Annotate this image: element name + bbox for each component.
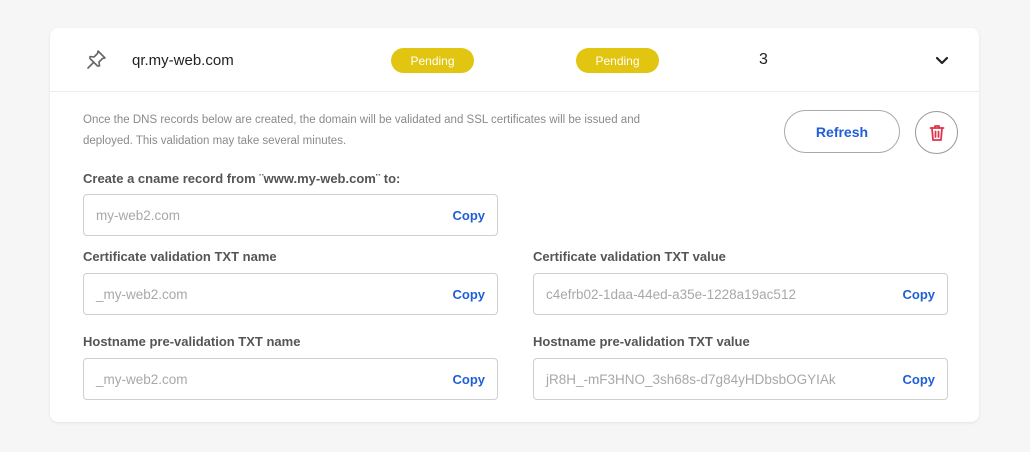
copy-button[interactable]: Copy [903, 287, 936, 302]
info-line: deployed. This validation may take sever… [83, 135, 347, 147]
host-value-field[interactable]: jR8H_-mF3HNO_3sh68s-d7g84yHDbsbOGYIAk Co… [533, 358, 948, 400]
refresh-button[interactable]: Refresh [784, 110, 900, 153]
copy-button[interactable]: Copy [453, 372, 486, 387]
host-name-field[interactable]: _my-web2.com Copy [83, 358, 498, 400]
status-badge: Pending [576, 48, 659, 73]
cert-value-field[interactable]: c4efrb02-1daa-44ed-a35e-1228a19ac512 Cop… [533, 273, 948, 315]
cert-name-field[interactable]: _my-web2.com Copy [83, 273, 498, 315]
domain-card: qr.my-web.com Pending Pending 3 Once the… [50, 28, 979, 422]
validation-info: Once the DNS records below are created, … [83, 110, 673, 152]
host-name-value[interactable]: _my-web2.com [96, 372, 188, 387]
copy-button[interactable]: Copy [903, 372, 936, 387]
host-name-label: Hostname pre-validation TXT name [83, 334, 301, 349]
cname-value[interactable]: my-web2.com [96, 208, 180, 223]
copy-button[interactable]: Copy [453, 208, 486, 223]
pin-icon[interactable] [84, 48, 108, 72]
info-line: Once the DNS records below are created, … [83, 114, 640, 126]
copy-button[interactable]: Copy [453, 287, 486, 302]
status-badge: Pending [391, 48, 474, 73]
host-value-label: Hostname pre-validation TXT value [533, 334, 750, 349]
trash-icon [929, 124, 944, 141]
cert-name-value[interactable]: _my-web2.com [96, 287, 188, 302]
cname-field[interactable]: my-web2.com Copy [83, 194, 498, 236]
chevron-down-icon[interactable] [934, 52, 950, 68]
domain-row-header[interactable]: qr.my-web.com Pending Pending 3 [50, 28, 979, 92]
cname-label: Create a cname record from ¨www.my-web.c… [83, 171, 401, 186]
cert-value-value[interactable]: c4efrb02-1daa-44ed-a35e-1228a19ac512 [546, 287, 796, 302]
cert-value-label: Certificate validation TXT value [533, 249, 726, 264]
record-count: 3 [759, 51, 768, 68]
delete-button[interactable] [915, 111, 958, 154]
host-value-value[interactable]: jR8H_-mF3HNO_3sh68s-d7g84yHDbsbOGYIAk [546, 372, 836, 387]
cert-name-label: Certificate validation TXT name [83, 249, 277, 264]
domain-name: qr.my-web.com [132, 52, 234, 69]
